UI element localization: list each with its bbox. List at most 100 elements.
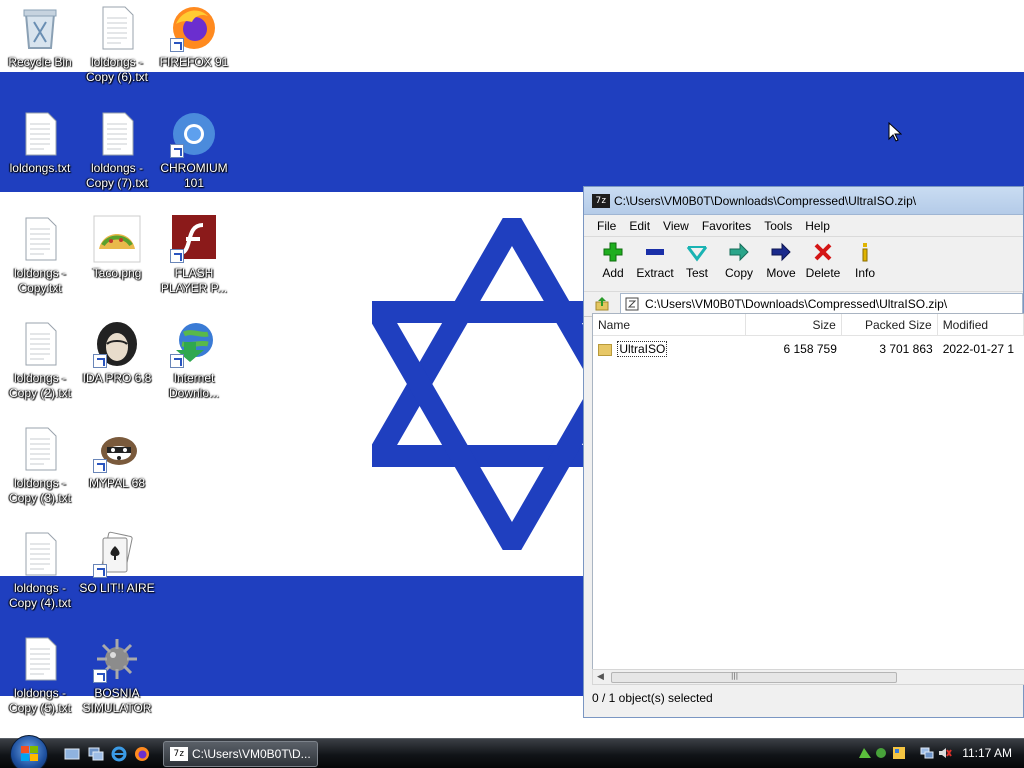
firefox-icon bbox=[170, 4, 218, 52]
system-tray: 11:17 AM bbox=[854, 739, 1024, 768]
menu-edit[interactable]: Edit bbox=[629, 219, 650, 233]
desktop-icon-text-file[interactable]: loldongs.txt bbox=[0, 110, 80, 176]
mouse-cursor-icon bbox=[888, 122, 902, 142]
7zip-app-icon: 7z bbox=[592, 193, 610, 208]
desktop-icon-solitaire[interactable]: SO LIT!! AIRE bbox=[77, 530, 157, 596]
network-icon[interactable] bbox=[920, 746, 934, 760]
add-button[interactable]: Add bbox=[592, 241, 634, 280]
delete-x-icon bbox=[814, 243, 832, 261]
text-file-icon bbox=[16, 425, 64, 473]
switch-windows-icon[interactable] bbox=[88, 746, 104, 762]
column-size[interactable]: Size bbox=[746, 314, 842, 335]
menu-help[interactable]: Help bbox=[805, 219, 830, 233]
desktop-icon-text-file[interactable]: loldongs - Copy (4).txt bbox=[0, 530, 80, 611]
shortcut-arrow-icon bbox=[93, 669, 107, 683]
desktop-icon-ida-pro[interactable]: IDA PRO 6.8 bbox=[77, 320, 157, 386]
volume-muted-icon[interactable] bbox=[938, 746, 952, 760]
desktop-icon-bosnia-simulator[interactable]: BOSNIA SIMULATOR bbox=[77, 635, 157, 716]
desktop-icon-recycle-bin[interactable]: Recycle Bin bbox=[0, 4, 80, 70]
solitaire-icon bbox=[93, 530, 141, 578]
item-packed-size: 3 701 863 bbox=[879, 342, 933, 356]
shortcut-arrow-icon bbox=[170, 249, 184, 263]
list-header: Name Size Packed Size Modified bbox=[593, 314, 1024, 336]
menu-file[interactable]: File bbox=[597, 219, 616, 233]
chromium-icon bbox=[170, 110, 218, 158]
desktop-icon-text-file[interactable]: loldongs - Copy (5).txt bbox=[0, 635, 80, 716]
item-modified: 2022-01-27 1 bbox=[942, 342, 1015, 356]
windows-logo-icon bbox=[21, 746, 38, 761]
taskbar: 7z C:\Users\VM0B0T\D... 11:17 AM bbox=[0, 735, 1024, 768]
window-titlebar[interactable]: 7z C:\Users\VM0B0T\Downloads\Compressed\… bbox=[584, 187, 1023, 215]
item-name: UltraISO bbox=[617, 341, 668, 357]
extract-icon bbox=[646, 249, 664, 255]
text-file-icon bbox=[16, 530, 64, 578]
column-packed-size[interactable]: Packed Size bbox=[842, 314, 938, 335]
move-button[interactable]: Move bbox=[760, 241, 802, 280]
text-file-icon bbox=[16, 110, 64, 158]
horizontal-scrollbar[interactable]: ◀ ||| bbox=[592, 669, 1024, 685]
desktop-icon-text-file[interactable]: loldongs - Copy (6).txt bbox=[77, 4, 157, 85]
desktop-icon-text-file[interactable]: loldongs - Copy (7).txt bbox=[77, 110, 157, 191]
start-button[interactable] bbox=[10, 735, 48, 768]
shortcut-arrow-icon bbox=[93, 354, 107, 368]
menu-favorites[interactable]: Favorites bbox=[702, 219, 751, 233]
internet-explorer-icon[interactable] bbox=[111, 746, 127, 762]
copy-button[interactable]: Copy bbox=[718, 241, 760, 280]
mypal-icon bbox=[93, 425, 141, 473]
recycle-bin-icon bbox=[16, 4, 64, 52]
desktop-icon-firefox[interactable]: FIREFOX 91 bbox=[154, 4, 234, 70]
shortcut-arrow-icon bbox=[93, 564, 107, 578]
address-field[interactable]: C:\Users\VM0B0T\Downloads\Compressed\Ult… bbox=[620, 293, 1023, 315]
column-name[interactable]: Name bbox=[593, 314, 747, 335]
list-item[interactable]: UltraISO 6 158 759 3 701 863 2022-01-27 … bbox=[593, 339, 1024, 359]
firefox-quicklaunch-icon[interactable] bbox=[134, 746, 150, 762]
shortcut-arrow-icon bbox=[170, 354, 184, 368]
scrollbar-thumb[interactable] bbox=[611, 672, 897, 683]
menu-bar: File Edit View Favorites Tools Help bbox=[584, 215, 1023, 237]
copy-arrow-icon bbox=[729, 242, 749, 262]
archive-window[interactable]: 7z C:\Users\VM0B0T\Downloads\Compressed\… bbox=[583, 186, 1024, 718]
desktop-icon-chromium[interactable]: CHROMIUM 101 bbox=[154, 110, 234, 191]
desktop-icon-text-file[interactable]: loldongs - Copy.txt bbox=[0, 215, 80, 296]
zip-archive-icon bbox=[625, 297, 639, 311]
ida-pro-icon bbox=[93, 320, 141, 368]
toolbar: Add Extract Test Copy Move Delete Info bbox=[584, 237, 1023, 291]
folder-icon bbox=[598, 343, 612, 356]
desktop-icon-text-file[interactable]: loldongs - Copy (3).txt bbox=[0, 425, 80, 506]
flash-player-icon bbox=[170, 215, 218, 263]
desktop-icon-taco[interactable]: Taco.png bbox=[77, 215, 157, 281]
status-bar: 0 / 1 object(s) selected bbox=[592, 691, 713, 705]
test-icon bbox=[686, 246, 708, 262]
text-file-icon bbox=[93, 110, 141, 158]
shortcut-arrow-icon bbox=[170, 38, 184, 52]
info-icon bbox=[862, 243, 868, 262]
up-folder-icon[interactable] bbox=[594, 296, 610, 312]
show-desktop-icon[interactable] bbox=[64, 746, 80, 762]
clock[interactable]: 11:17 AM bbox=[962, 746, 1012, 760]
scroll-grip-icon: ||| bbox=[731, 672, 739, 680]
extract-button[interactable]: Extract bbox=[634, 241, 676, 280]
bosnia-simulator-icon bbox=[93, 635, 141, 683]
tray-app-icon[interactable] bbox=[858, 746, 872, 760]
desktop-icon-flash-player[interactable]: FLASH PLAYER P... bbox=[154, 215, 234, 296]
add-icon bbox=[603, 242, 623, 262]
menu-view[interactable]: View bbox=[663, 219, 689, 233]
desktop-icon-internet-download-manager[interactable]: Internet Downlo... bbox=[154, 320, 234, 401]
tray-app-icon[interactable] bbox=[874, 746, 888, 760]
shortcut-arrow-icon bbox=[170, 144, 184, 158]
test-button[interactable]: Test bbox=[676, 241, 718, 280]
file-list[interactable]: Name Size Packed Size Modified UltraISO … bbox=[592, 313, 1024, 675]
scroll-left-icon[interactable]: ◀ bbox=[597, 672, 604, 682]
menu-tools[interactable]: Tools bbox=[764, 219, 792, 233]
info-button[interactable]: Info bbox=[844, 241, 886, 280]
internet-download-manager-icon bbox=[170, 320, 218, 368]
item-size: 6 158 759 bbox=[783, 342, 837, 356]
text-file-icon bbox=[93, 4, 141, 52]
taskbar-button-7zip[interactable]: 7z C:\Users\VM0B0T\D... bbox=[163, 741, 318, 767]
desktop-icon-mypal[interactable]: MYPAL 68 bbox=[77, 425, 157, 491]
tray-app-icon[interactable] bbox=[892, 746, 906, 760]
delete-button[interactable]: Delete bbox=[802, 241, 844, 280]
desktop-icon-text-file[interactable]: loldongs - Copy (2).txt bbox=[0, 320, 80, 401]
window-title: C:\Users\VM0B0T\Downloads\Compressed\Ult… bbox=[614, 193, 917, 208]
column-modified[interactable]: Modified bbox=[938, 314, 1024, 335]
